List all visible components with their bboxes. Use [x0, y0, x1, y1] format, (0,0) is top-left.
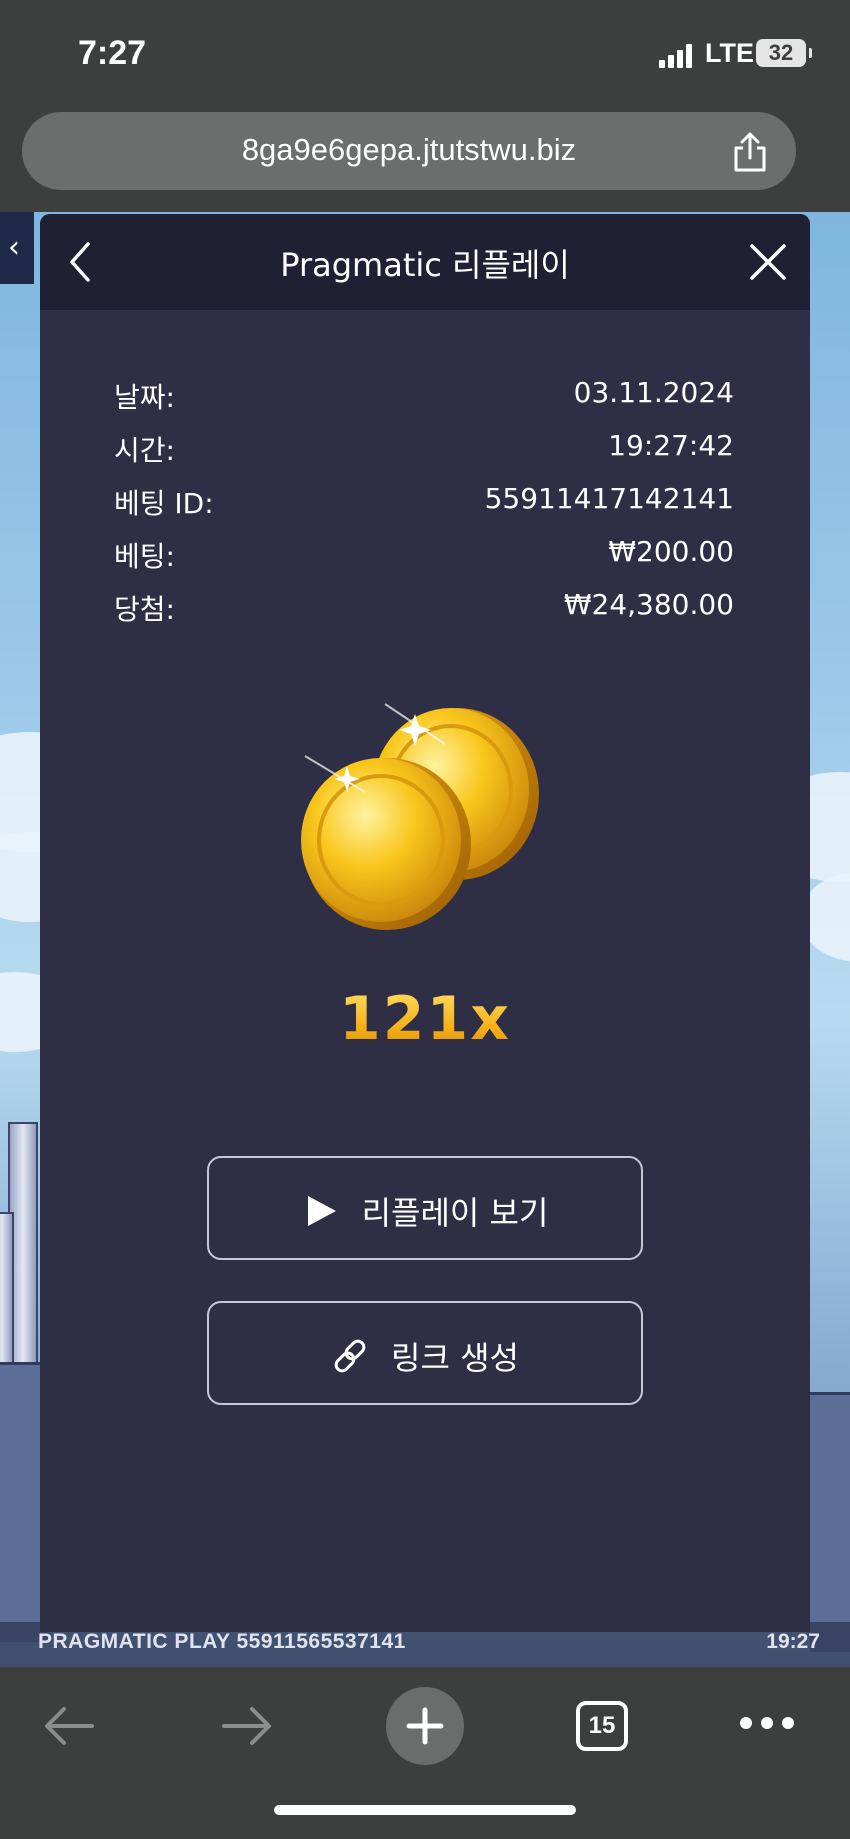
- create-link-button[interactable]: 링크 생성: [207, 1301, 643, 1405]
- status-bar: 7:27 LTE 32: [0, 0, 850, 108]
- create-link-label: 링크 생성: [391, 1339, 519, 1377]
- browser-address-area: 8ga9e6gepa.jtutstwu.biz: [0, 108, 850, 212]
- multiplier-value: 121x: [40, 984, 810, 1054]
- detail-value: 19:27:42: [608, 429, 734, 462]
- back-arrow-icon[interactable]: [42, 1703, 96, 1749]
- modal-header: Pragmatic 리플레이: [40, 214, 810, 310]
- url-bar[interactable]: 8ga9e6gepa.jtutstwu.biz: [22, 112, 796, 190]
- play-icon: [307, 1196, 336, 1226]
- detail-value: ₩200.00: [608, 535, 734, 568]
- detail-row-date: 날짜: 03.11.2024: [114, 376, 734, 416]
- detail-value: 55911417142141: [484, 482, 734, 515]
- detail-row-bet-id: 베팅 ID: 55911417142141: [114, 482, 734, 522]
- forward-arrow-icon[interactable]: [220, 1703, 274, 1749]
- replay-modal: Pragmatic 리플레이 날짜: 03.11.2024 시간: 19:27:…: [40, 214, 810, 1632]
- tabs-button[interactable]: 15: [576, 1701, 628, 1751]
- plus-icon: [406, 1707, 444, 1745]
- browser-toolbar: 15: [0, 1667, 850, 1839]
- signal-icon: [659, 44, 695, 68]
- game-side-tab[interactable]: ‹: [0, 212, 34, 284]
- detail-label: 시간:: [114, 434, 175, 467]
- battery-icon: 32: [756, 39, 812, 67]
- detail-value: 03.11.2024: [573, 376, 734, 409]
- detail-row-win: 당첨: ₩24,380.00: [114, 588, 734, 628]
- detail-label: 날짜:: [114, 381, 175, 414]
- more-icon[interactable]: [740, 1717, 794, 1731]
- view-replay-button[interactable]: 리플레이 보기: [207, 1156, 643, 1260]
- detail-value: ₩24,380.00: [563, 588, 734, 621]
- coins-icon: [301, 703, 539, 930]
- network-label: LTE: [705, 38, 754, 68]
- detail-row-bet: 베팅: ₩200.00: [114, 535, 734, 575]
- detail-label: 당첨:: [114, 593, 175, 626]
- detail-label: 베팅 ID:: [114, 487, 214, 520]
- home-indicator[interactable]: [274, 1805, 576, 1815]
- link-icon: [334, 1339, 366, 1373]
- detail-label: 베팅:: [114, 540, 175, 573]
- new-tab-button[interactable]: [386, 1687, 464, 1765]
- chevron-left-icon: ‹: [8, 230, 20, 265]
- view-replay-label: 리플레이 보기: [361, 1194, 549, 1232]
- close-icon[interactable]: [744, 238, 792, 286]
- detail-row-time: 시간: 19:27:42: [114, 429, 734, 469]
- modal-title: Pragmatic 리플레이: [280, 246, 570, 284]
- url-text[interactable]: 8ga9e6gepa.jtutstwu.biz: [22, 132, 796, 168]
- game-clock: 19:27: [766, 1630, 820, 1653]
- game-round-id: PRAGMATIC PLAY 55911565537141: [38, 1630, 406, 1653]
- status-time: 7:27: [78, 34, 147, 72]
- share-icon[interactable]: [730, 130, 770, 174]
